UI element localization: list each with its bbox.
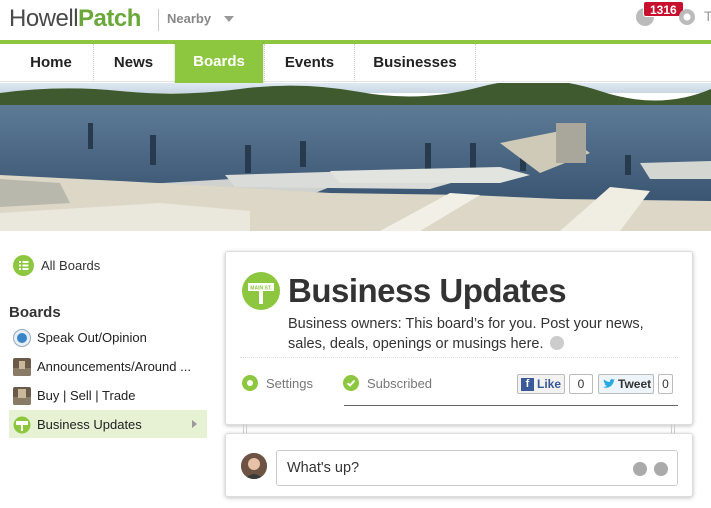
sidebar-item-speak-out[interactable]: Speak Out/Opinion (9, 323, 207, 351)
street-sign-icon: MAIN ST. (242, 272, 280, 310)
subscribed-label: Subscribed (367, 376, 433, 391)
nearby-dropdown[interactable]: Nearby (167, 11, 234, 26)
announcements-thumbnail (13, 358, 31, 376)
tweet-count: 0 (658, 374, 673, 394)
gear-icon (242, 375, 258, 391)
facebook-like-button[interactable]: f Like (517, 374, 565, 394)
street-sign-icon (13, 416, 31, 434)
camera-icon[interactable] (633, 462, 647, 476)
user-name-truncated[interactable]: T (704, 8, 711, 24)
post-input[interactable] (276, 450, 678, 486)
settings-label: Settings (266, 376, 313, 391)
check-circle-icon (343, 375, 359, 391)
card-divider (240, 357, 678, 358)
speak-out-icon (13, 329, 31, 347)
like-count: 0 (569, 374, 593, 394)
post-composer-card (225, 433, 693, 497)
site-logo[interactable]: HowellPatch (9, 5, 141, 33)
tweet-button[interactable]: Tweet (598, 374, 654, 394)
sidebar-item-label: Buy | Sell | Trade (37, 388, 136, 403)
sidebar-item-label: Business Updates (37, 417, 142, 432)
avatar[interactable] (241, 453, 267, 479)
twitter-bird-icon (603, 379, 615, 388)
video-icon[interactable] (654, 462, 668, 476)
list-icon (13, 255, 34, 276)
main-nav: Home News Boards Events Businesses (0, 40, 711, 94)
logo-part-2: Patch (78, 5, 141, 32)
sidebar-item-business-updates[interactable]: Business Updates (9, 410, 207, 438)
boards-heading: Boards (9, 304, 61, 321)
nav-news[interactable]: News (93, 44, 173, 82)
board-title: Business Updates (288, 272, 567, 309)
nav-boards[interactable]: Boards (175, 40, 263, 94)
sign-text: MAIN ST. (250, 286, 272, 292)
nav-events[interactable]: Events (264, 44, 354, 82)
sidebar-item-label: Announcements/Around ... (37, 359, 191, 374)
tweet-label: Tweet (618, 377, 652, 391)
subscribe-underline (344, 405, 678, 406)
sidebar-item-announcements[interactable]: Announcements/Around ... (9, 352, 207, 380)
like-label: Like (537, 377, 562, 391)
board-header-card: MAIN ST. Business Updates Business owner… (225, 251, 693, 425)
buy-sell-trade-thumbnail (13, 387, 31, 405)
hero-banner-image (0, 83, 711, 231)
lake-dock-photo (0, 83, 711, 231)
chevron-down-icon (224, 16, 234, 22)
board-description: Business owners: This board’s for you. P… (288, 314, 684, 354)
facebook-icon: f (521, 378, 534, 391)
sidebar-item-buy-sell-trade[interactable]: Buy | Sell | Trade (9, 381, 207, 409)
flag-icon[interactable] (549, 336, 564, 350)
all-boards-label: All Boards (41, 258, 101, 273)
logo-separator (158, 9, 159, 31)
nav-home[interactable]: Home (9, 44, 93, 82)
top-bar: HowellPatch Nearby 1316 T (0, 0, 711, 40)
chevron-right-icon (192, 420, 197, 428)
nearby-label: Nearby (167, 11, 212, 26)
sidebar-item-label: Speak Out/Opinion (37, 330, 147, 345)
board-description-text: Business owners: This board’s for you. P… (288, 316, 644, 352)
gear-icon[interactable] (677, 7, 697, 27)
logo-part-1: Howell (9, 5, 79, 32)
nav-businesses[interactable]: Businesses (354, 44, 476, 82)
